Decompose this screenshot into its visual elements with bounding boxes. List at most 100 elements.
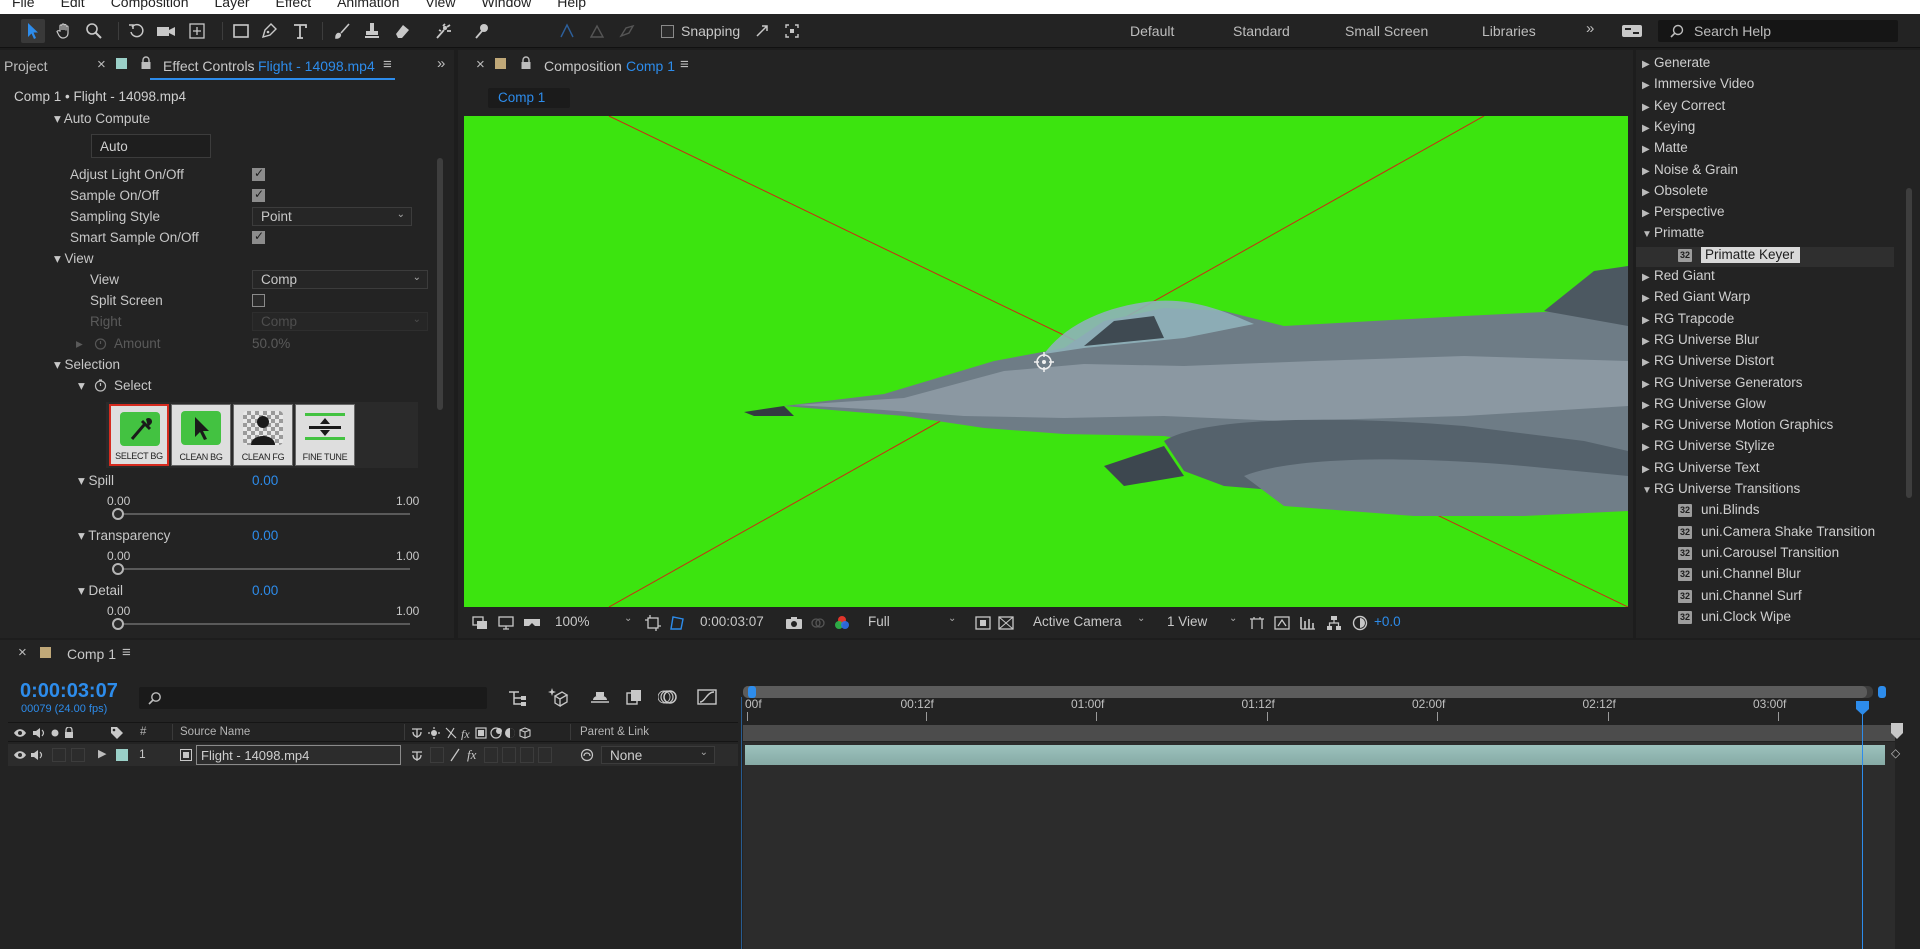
region-of-interest-icon[interactable] (975, 616, 991, 630)
menu-effect[interactable]: Effect (276, 0, 312, 10)
monitor-icon[interactable] (498, 616, 514, 630)
detail-value[interactable]: 0.00 (252, 583, 278, 598)
effect-category[interactable]: ▼ RG Universe Transitions (1642, 481, 1800, 501)
tab-project[interactable]: Project (4, 58, 48, 74)
workspace-standard[interactable]: Standard (1233, 23, 1290, 39)
column-source-name-header[interactable]: Source Name (180, 726, 250, 738)
zoom-value[interactable]: 100% (555, 614, 590, 629)
motion-blur-icon[interactable] (658, 688, 678, 706)
playhead-line[interactable] (1862, 701, 1863, 949)
smart-sample-checkbox[interactable] (252, 229, 265, 244)
adjustment-layer-switch[interactable] (520, 747, 534, 763)
effect-category[interactable]: ▶ Keying (1642, 119, 1695, 139)
effect-category[interactable]: ▶ Matte (1642, 140, 1688, 160)
workspace-menu-icon[interactable] (1620, 19, 1644, 43)
camera-tool-icon[interactable] (154, 19, 178, 43)
work-area-end-handle[interactable] (1878, 686, 1886, 698)
effect-item-primatte-keyer[interactable]: 32 Primatte Keyer (1636, 246, 1894, 267)
menu-help[interactable]: Help (557, 0, 586, 10)
vr-headset-icon[interactable] (522, 616, 542, 630)
timeline-icon[interactable] (1300, 616, 1316, 630)
effect-category[interactable]: ▶ RG Universe Blur (1642, 332, 1759, 352)
pick-whip-icon[interactable] (580, 748, 594, 762)
type-tool-icon[interactable] (288, 19, 312, 43)
solo-switch[interactable] (52, 748, 66, 762)
chevron-down-icon[interactable]: ⌄ (948, 613, 956, 624)
toggle-pixel-aspect-icon[interactable] (1249, 616, 1265, 630)
view-layout-value[interactable]: 1 View (1167, 614, 1207, 629)
shy-switch-icon[interactable] (410, 749, 424, 762)
menu-layer[interactable]: Layer (215, 0, 250, 10)
hide-shy-layers-icon[interactable] (590, 688, 610, 706)
effect-category[interactable]: ▼ Primatte (1642, 225, 1704, 245)
brush-tool-icon[interactable] (330, 19, 354, 43)
effect-item[interactable]: 32 uni.Channel Blur (1678, 566, 1801, 586)
rotate-tool-icon[interactable] (125, 19, 149, 43)
effect-category[interactable]: ▶ Immersive Video (1642, 76, 1754, 96)
fast-previews-icon[interactable] (1274, 616, 1290, 630)
menu-composition[interactable]: Composition (111, 0, 189, 10)
effect-category[interactable]: ▶ RG Universe Motion Graphics (1642, 417, 1833, 437)
menu-edit[interactable]: Edit (61, 0, 85, 10)
effect-item[interactable]: 32 uni.Camera Shake Transition (1678, 524, 1875, 544)
select-bg-button[interactable]: SELECT BG (109, 404, 169, 466)
parent-dropdown[interactable]: None ⌄ (601, 746, 715, 764)
stopwatch-icon[interactable] (94, 379, 107, 392)
snapshot-camera-icon[interactable] (785, 616, 803, 630)
camera-view-value[interactable]: Active Camera (1033, 614, 1122, 629)
transparency-value[interactable]: 0.00 (252, 528, 278, 543)
effect-category[interactable]: ▶ Perspective (1642, 204, 1725, 224)
collapse-switch[interactable] (430, 747, 444, 763)
spill-slider-knob[interactable] (112, 508, 124, 520)
playhead-handle-icon[interactable] (1855, 700, 1870, 716)
detail-slider-track[interactable] (114, 623, 410, 625)
effect-item[interactable]: 32 uni.Channel Surf (1678, 588, 1802, 608)
reset-exposure-icon[interactable] (1352, 615, 1368, 631)
layer-label-color[interactable] (116, 749, 128, 761)
viewer-timecode[interactable]: 0:00:03:07 (700, 614, 764, 629)
effect-switch-icon[interactable]: fx (466, 747, 482, 763)
panel-menu-icon[interactable]: ≡ (383, 56, 392, 73)
motion-blur-switch[interactable] (502, 747, 516, 763)
comp-mini-flowchart-icon[interactable] (507, 688, 529, 708)
detail-slider-knob[interactable] (112, 618, 124, 630)
close-tab-icon[interactable]: × (97, 56, 106, 73)
transparency-slider-knob[interactable] (112, 563, 124, 575)
selection-group[interactable]: ▾ Selection (8, 354, 418, 375)
snapping-checkbox[interactable] (661, 25, 674, 38)
close-tab-icon[interactable]: × (476, 56, 485, 73)
layer-duration-bar[interactable] (745, 745, 1885, 765)
pen-tool-icon[interactable] (257, 19, 281, 43)
fine-tune-button[interactable]: FINE TUNE (295, 404, 355, 466)
effect-category[interactable]: ▶ RG Trapcode (1642, 311, 1734, 331)
clone-stamp-tool-icon[interactable] (360, 19, 384, 43)
label-tag-icon[interactable] (110, 726, 124, 740)
composition-viewer[interactable] (464, 116, 1628, 607)
sample-on-checkbox[interactable] (252, 187, 265, 202)
effect-category[interactable]: ▶ RG Universe Distort (1642, 353, 1774, 373)
puppet-tool-icon[interactable] (470, 19, 494, 43)
rectangle-tool-icon[interactable] (229, 19, 253, 43)
effect-category[interactable]: ▶ Key Correct (1642, 98, 1725, 118)
select-row[interactable]: ▾ Select (8, 375, 418, 396)
sampling-style-dropdown[interactable]: Point ⌄ (252, 207, 412, 226)
workspace-small-screen[interactable]: Small Screen (1345, 23, 1428, 39)
clean-fg-button[interactable]: CLEAN FG (233, 404, 293, 466)
menu-animation[interactable]: Animation (337, 0, 399, 10)
split-screen-checkbox[interactable] (252, 294, 265, 307)
effect-category[interactable]: ▶ RG Universe Glow (1642, 396, 1766, 416)
effect-controls-scrollbar[interactable] (437, 158, 443, 410)
selection-tool-icon[interactable] (21, 19, 45, 43)
workspace-overflow-icon[interactable]: » (1586, 20, 1594, 37)
effect-category[interactable]: ▶ Noise & Grain (1642, 162, 1738, 182)
workspace-libraries[interactable]: Libraries (1482, 23, 1536, 39)
effect-item[interactable]: 32 uni.Clock Wipe (1678, 609, 1791, 629)
view-group[interactable]: ▾ View (8, 248, 418, 269)
menu-view[interactable]: View (425, 0, 455, 10)
effect-item[interactable]: 32 uni.Blinds (1678, 502, 1760, 522)
transparency-slider-track[interactable] (114, 568, 410, 570)
spill-slider-track[interactable] (114, 513, 410, 515)
view-dropdown[interactable]: Comp ⌄ (252, 270, 428, 289)
tab-timeline-comp[interactable]: Comp 1 (67, 646, 116, 662)
layer-name-field[interactable]: Flight - 14098.mp4 (196, 745, 401, 765)
